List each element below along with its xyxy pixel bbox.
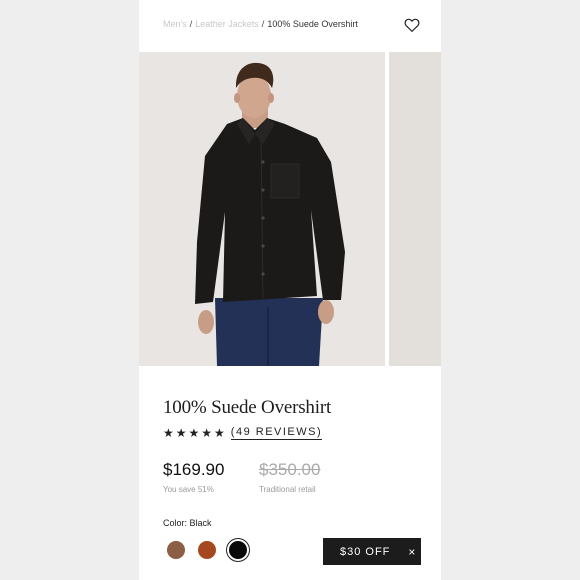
heart-outline-icon[interactable]	[403, 16, 421, 34]
product-page: Men's / Leather Jackets / 100% Suede Ove…	[139, 0, 441, 580]
retail-price-label: Traditional retail	[259, 485, 316, 494]
sale-price: $169.90	[163, 460, 225, 479]
color-swatch-black[interactable]	[229, 541, 247, 559]
product-photo-next-preview[interactable]	[389, 52, 441, 366]
model-photo	[195, 62, 345, 366]
retail-price: $350.00	[259, 460, 321, 479]
breadcrumb-separator: /	[261, 19, 265, 29]
promo-label: $30 OFF	[340, 545, 391, 558]
breadcrumb-separator: /	[189, 19, 193, 29]
star-rating-icons: ★★★★★	[163, 426, 227, 440]
color-swatch-rust[interactable]	[198, 541, 216, 559]
product-photo-main[interactable]	[139, 52, 385, 366]
product-rating: ★★★★★ (49 REVIEWS)	[163, 426, 323, 440]
promo-banner[interactable]: $30 OFF ×	[323, 538, 421, 565]
breadcrumb-link-leather-jackets[interactable]: Leather Jackets	[195, 19, 259, 29]
breadcrumb: Men's / Leather Jackets / 100% Suede Ove…	[163, 19, 358, 29]
color-label: Color: Black	[163, 518, 212, 528]
color-swatch-brown[interactable]	[167, 541, 185, 559]
breadcrumb-link-mens[interactable]: Men's	[163, 19, 187, 29]
savings-text: You save 51%	[163, 485, 214, 494]
breadcrumb-current: 100% Suede Overshirt	[267, 19, 358, 29]
product-image-gallery[interactable]	[139, 52, 441, 366]
close-icon[interactable]: ×	[408, 545, 415, 559]
product-title: 100% Suede Overshirt	[163, 397, 332, 418]
reviews-link[interactable]: (49 REVIEWS)	[230, 426, 323, 440]
